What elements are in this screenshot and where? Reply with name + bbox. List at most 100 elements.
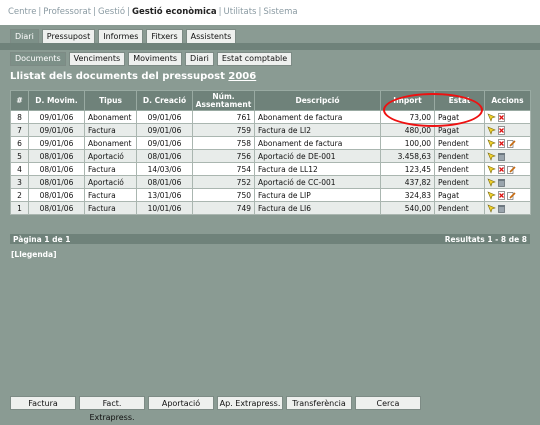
delete-document-icon[interactable] (497, 112, 506, 122)
cell-assentament: 754 (192, 162, 255, 176)
tab-pressupost[interactable]: Pressupost (41, 29, 96, 43)
cell-num: 5 (10, 149, 29, 163)
cell-tipus: Abonament (84, 110, 137, 124)
cell-dmovim: 08/01/06 (28, 162, 85, 176)
select-arrow-icon[interactable] (487, 126, 496, 135)
delete-document-icon[interactable] (497, 138, 506, 148)
tab-fitxers[interactable]: Fitxers (146, 29, 183, 43)
cell-assentament: 752 (192, 175, 255, 189)
cell-tipus: Abonament (84, 136, 137, 150)
cell-assentament: 756 (192, 149, 255, 163)
menu-professorat[interactable]: Professorat (43, 7, 91, 17)
select-arrow-icon[interactable] (487, 152, 496, 161)
cell-import: 437,82 (380, 175, 435, 189)
action-button-bar: Factura Fact. Extrapress. Aportació Ap. … (10, 396, 421, 422)
select-arrow-icon[interactable] (487, 204, 496, 213)
cell-assentament: 759 (192, 123, 255, 137)
transferencia-button[interactable]: Transferència (286, 396, 352, 410)
menu-centre[interactable]: Centre (8, 7, 36, 17)
subtab-venciments[interactable]: Venciments (68, 52, 126, 66)
fact-extrapress-button[interactable]: Fact. Extrapress. (79, 396, 145, 422)
cell-dcreacio: 10/01/06 (136, 201, 193, 215)
subtab-estat-comptable[interactable]: Estat comptable (216, 52, 293, 66)
subtab-documents[interactable]: Documents (10, 52, 66, 66)
page-count: Pàgina 1 de 1 (13, 235, 71, 244)
select-arrow-icon[interactable] (487, 191, 496, 200)
main-menu: Centre | Professorat | Gestió | Gestió econòmi… (8, 7, 298, 17)
cell-tipus: Aportació (84, 175, 137, 189)
col-header-dmovim[interactable]: D. Movim. (28, 90, 85, 111)
cell-num: 2 (10, 188, 29, 202)
cell-dmovim: 09/01/06 (28, 136, 85, 150)
select-arrow-icon[interactable] (487, 139, 496, 148)
table-row[interactable]: 2 08/01/06 Factura 13/01/06 750 Factura de LI… (10, 188, 531, 202)
col-header-descripcio[interactable]: Descripció (254, 90, 381, 111)
table-row[interactable]: 4 08/01/06 Factura 14/03/06 754 Factura de LL… (10, 162, 531, 176)
edit-document-icon[interactable] (507, 165, 516, 174)
col-header-dcreacio[interactable]: D. Creació (136, 90, 193, 111)
col-header-assentament[interactable]: Núm. Assentament (192, 90, 255, 111)
menu-utilitats[interactable]: Utilitats (224, 7, 257, 17)
cell-accions (484, 188, 531, 202)
col-header-tipus[interactable]: Tipus (84, 90, 137, 111)
cell-accions (484, 123, 531, 137)
menu-gestio[interactable]: Gestió (98, 7, 125, 17)
factura-button[interactable]: Factura (10, 396, 76, 410)
trash-icon[interactable] (497, 152, 506, 161)
cell-descripcio: Aportació de CC-001 (254, 175, 381, 189)
cerca-button[interactable]: Cerca (355, 396, 421, 410)
cell-accions (484, 136, 531, 150)
col-header-estat[interactable]: Estat (434, 90, 485, 111)
cell-num: 4 (10, 162, 29, 176)
cell-import: 100,00 (380, 136, 435, 150)
cell-dcreacio: 08/01/06 (136, 175, 193, 189)
table-row[interactable]: 3 08/01/06 Aportació 08/01/06 752 Aportació d… (10, 175, 531, 189)
cell-estat: Pagat (434, 123, 485, 137)
cell-tipus: Factura (84, 162, 137, 176)
delete-document-icon[interactable] (497, 164, 506, 174)
cell-accions (484, 175, 531, 189)
cell-accions (484, 110, 531, 124)
tab-informes[interactable]: Informes (98, 29, 144, 43)
col-header-import[interactable]: Import (380, 90, 435, 111)
result-count: Resultats 1 - 8 de 8 (444, 235, 527, 244)
menu-sistema[interactable]: Sistema (263, 7, 297, 17)
table-row[interactable]: 8 09/01/06 Abonament 09/01/06 761 Abonament d… (10, 110, 531, 124)
tab-diari[interactable]: Diari (10, 29, 39, 43)
edit-document-icon[interactable] (507, 191, 516, 200)
cell-estat: Pendent (434, 201, 485, 215)
sub-tabs: Documents Venciments Moviments Diari Est… (10, 52, 293, 66)
cell-dmovim: 09/01/06 (28, 123, 85, 137)
select-arrow-icon[interactable] (487, 178, 496, 187)
trash-icon[interactable] (497, 178, 506, 187)
aportacio-button[interactable]: Aportació (148, 396, 214, 410)
cell-dcreacio: 08/01/06 (136, 149, 193, 163)
menu-gestio-economica[interactable]: Gestió econòmica (132, 7, 217, 17)
table-row[interactable]: 5 08/01/06 Aportació 08/01/06 756 Aportació d… (10, 149, 531, 163)
select-arrow-icon[interactable] (487, 113, 496, 122)
tab-assistents[interactable]: Assistents (185, 29, 237, 43)
page-title-year[interactable]: 2006 (228, 71, 256, 82)
subtab-moviments[interactable]: Moviments (128, 52, 183, 66)
table-body: 8 09/01/06 Abonament 09/01/06 761 Abonament d… (10, 110, 531, 215)
delete-document-icon[interactable] (497, 190, 506, 200)
table-row[interactable]: 6 09/01/06 Abonament 09/01/06 758 Abonament d… (10, 136, 531, 150)
cell-descripcio: Factura de LIP (254, 188, 381, 202)
trash-icon[interactable] (497, 204, 506, 213)
documents-table: # D. Movim. Tipus D. Creació Núm. Assent… (10, 90, 531, 215)
select-arrow-icon[interactable] (487, 165, 496, 174)
cell-assentament: 761 (192, 110, 255, 124)
cell-assentament: 750 (192, 188, 255, 202)
col-header-num[interactable]: # (10, 90, 29, 111)
cell-accions (484, 149, 531, 163)
table-row[interactable]: 7 09/01/06 Factura 09/01/06 759 Factura de LI… (10, 123, 531, 137)
page-title: Llistat dels documents del pressupost 20… (10, 71, 256, 82)
table-row[interactable]: 1 08/01/06 Factura 10/01/06 749 Factura de LI… (10, 201, 531, 215)
cell-dcreacio: 09/01/06 (136, 110, 193, 124)
cell-dcreacio: 13/01/06 (136, 188, 193, 202)
ap-extrapress-button[interactable]: Ap. Extrapress. (217, 396, 283, 410)
delete-document-icon[interactable] (497, 125, 506, 135)
subtab-diari[interactable]: Diari (185, 52, 214, 66)
edit-document-icon[interactable] (507, 139, 516, 148)
legend-link[interactable]: [Llegenda] (11, 250, 57, 259)
